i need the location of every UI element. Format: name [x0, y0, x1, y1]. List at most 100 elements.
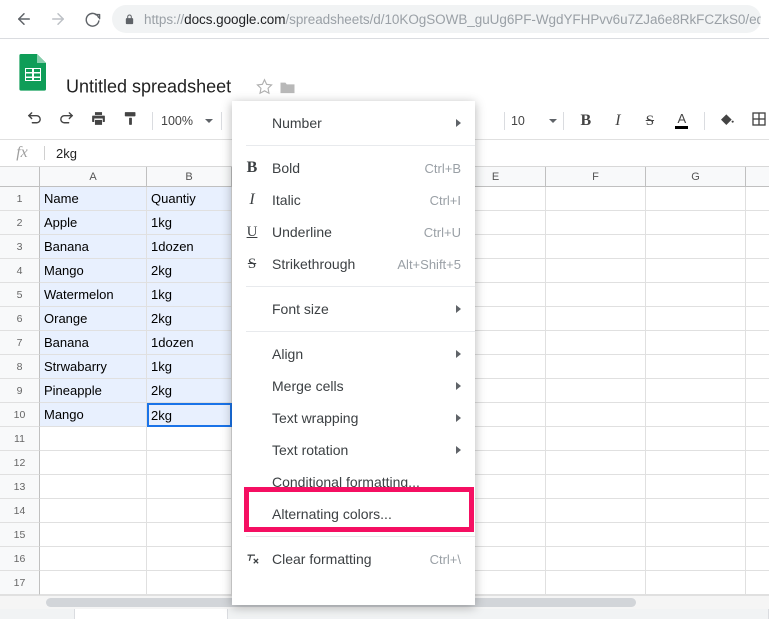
cell-B2[interactable]: 1kg	[147, 211, 232, 235]
cell-F3[interactable]	[546, 235, 646, 259]
print-button[interactable]	[85, 108, 111, 134]
bold-button[interactable]: B	[573, 108, 599, 134]
cell-G15[interactable]	[646, 523, 746, 547]
cell-B6[interactable]: 2kg	[147, 307, 232, 331]
row-header-17[interactable]: 17	[0, 571, 40, 595]
cell-H3[interactable]	[746, 235, 769, 259]
row-header-2[interactable]: 2	[0, 211, 40, 235]
cell-B7[interactable]: 1dozen	[147, 331, 232, 355]
fill-color-button[interactable]	[714, 108, 740, 134]
cell-A8[interactable]: Strwabarry	[40, 355, 147, 379]
cell-A6[interactable]: Orange	[40, 307, 147, 331]
cell-B17[interactable]	[147, 571, 232, 595]
menu-item-text-wrapping[interactable]: Text wrapping	[232, 402, 475, 434]
cell-F9[interactable]	[546, 379, 646, 403]
cell-F17[interactable]	[546, 571, 646, 595]
cell-A11[interactable]	[40, 427, 147, 451]
cell-G13[interactable]	[646, 475, 746, 499]
cell-H5[interactable]	[746, 283, 769, 307]
cell-H9[interactable]	[746, 379, 769, 403]
row-header-16[interactable]: 16	[0, 547, 40, 571]
menu-item-number[interactable]: Number	[232, 107, 475, 139]
cell-B14[interactable]	[147, 499, 232, 523]
row-header-12[interactable]: 12	[0, 451, 40, 475]
text-color-button[interactable]: A	[669, 108, 695, 134]
cell-B16[interactable]	[147, 547, 232, 571]
cell-F6[interactable]	[546, 307, 646, 331]
sheet-tab-controls[interactable]	[0, 609, 75, 619]
cell-B8[interactable]: 1kg	[147, 355, 232, 379]
cell-H15[interactable]	[746, 523, 769, 547]
cell-G4[interactable]	[646, 259, 746, 283]
cell-H1[interactable]	[746, 187, 769, 211]
cell-A3[interactable]: Banana	[40, 235, 147, 259]
cell-H11[interactable]	[746, 427, 769, 451]
cell-G11[interactable]	[646, 427, 746, 451]
cell-G16[interactable]	[646, 547, 746, 571]
cell-B1[interactable]: Quantiy	[147, 187, 232, 211]
cell-A1[interactable]: Name	[40, 187, 147, 211]
cell-H6[interactable]	[746, 307, 769, 331]
font-size-selector[interactable]: 10	[511, 114, 557, 128]
row-header-14[interactable]: 14	[0, 499, 40, 523]
cell-A5[interactable]: Watermelon	[40, 283, 147, 307]
column-header-B[interactable]: B	[147, 167, 232, 187]
cell-G17[interactable]	[646, 571, 746, 595]
cell-B15[interactable]	[147, 523, 232, 547]
cell-H14[interactable]	[746, 499, 769, 523]
undo-button[interactable]	[21, 108, 47, 134]
cell-F12[interactable]	[546, 451, 646, 475]
row-header-8[interactable]: 8	[0, 355, 40, 379]
menu-item-conditional-formatting[interactable]: Conditional formatting...	[232, 466, 475, 498]
cell-G12[interactable]	[646, 451, 746, 475]
back-button[interactable]	[10, 5, 38, 33]
select-all-corner[interactable]	[0, 167, 40, 187]
borders-button[interactable]	[746, 108, 769, 134]
cell-F5[interactable]	[546, 283, 646, 307]
cell-G14[interactable]	[646, 499, 746, 523]
cell-H17[interactable]	[746, 571, 769, 595]
zoom-selector[interactable]: 100%	[159, 114, 215, 128]
row-header-4[interactable]: 4	[0, 259, 40, 283]
cell-F14[interactable]	[546, 499, 646, 523]
cell-F11[interactable]	[546, 427, 646, 451]
row-header-5[interactable]: 5	[0, 283, 40, 307]
cell-B5[interactable]: 1kg	[147, 283, 232, 307]
cell-G8[interactable]	[646, 355, 746, 379]
format-dropdown-menu[interactable]: Number B Bold Ctrl+B I Italic Ctrl+I U Underline…	[232, 101, 475, 605]
cell-H2[interactable]	[746, 211, 769, 235]
cell-B11[interactable]	[147, 427, 232, 451]
star-outline-icon[interactable]	[256, 78, 273, 100]
row-header-13[interactable]: 13	[0, 475, 40, 499]
cell-G5[interactable]	[646, 283, 746, 307]
menu-item-strikethrough[interactable]: S Strikethrough Alt+Shift+5	[232, 248, 475, 280]
strikethrough-button[interactable]: S	[637, 108, 663, 134]
reload-button[interactable]	[78, 5, 106, 33]
row-header-15[interactable]: 15	[0, 523, 40, 547]
cell-F13[interactable]	[546, 475, 646, 499]
cell-F16[interactable]	[546, 547, 646, 571]
row-header-3[interactable]: 3	[0, 235, 40, 259]
cell-A10[interactable]: Mango	[40, 403, 147, 427]
cell-F1[interactable]	[546, 187, 646, 211]
cell-B3[interactable]: 1dozen	[147, 235, 232, 259]
row-header-1[interactable]: 1	[0, 187, 40, 211]
forward-button[interactable]	[44, 5, 72, 33]
cell-F7[interactable]	[546, 331, 646, 355]
row-header-6[interactable]: 6	[0, 307, 40, 331]
cell-A13[interactable]	[40, 475, 147, 499]
menu-item-alternating-colors[interactable]: Alternating colors...	[232, 498, 475, 530]
cell-A14[interactable]	[40, 499, 147, 523]
column-header-A[interactable]: A	[40, 167, 147, 187]
cell-G2[interactable]	[646, 211, 746, 235]
cell-B9[interactable]: 2kg	[147, 379, 232, 403]
column-header-H[interactable]: H	[746, 167, 769, 187]
row-header-10[interactable]: 10	[0, 403, 40, 427]
row-header-9[interactable]: 9	[0, 379, 40, 403]
cell-B12[interactable]	[147, 451, 232, 475]
cell-H16[interactable]	[746, 547, 769, 571]
cell-B13[interactable]	[147, 475, 232, 499]
cell-B10[interactable]: 2kg	[147, 403, 232, 427]
italic-button[interactable]: I	[605, 108, 631, 134]
sheet-tab-bar[interactable]	[0, 609, 769, 619]
